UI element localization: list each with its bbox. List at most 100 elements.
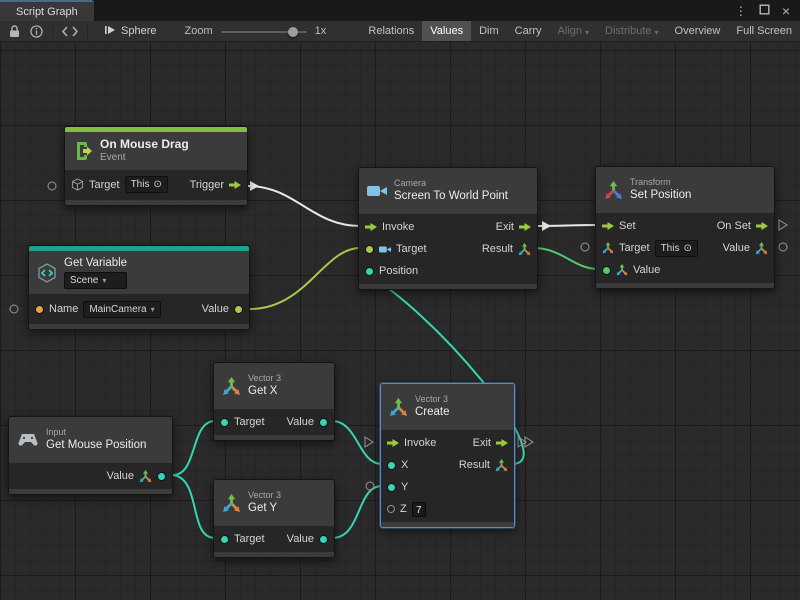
relations-button[interactable]: Relations [360,21,422,41]
port-label-target: Target [396,243,427,255]
port-value-output[interactable] [319,535,328,544]
flow-arrow-icon[interactable] [365,222,377,232]
node-vector3-get-x[interactable]: Vector 3 Get X Target Value [213,362,335,441]
camera-icon [367,184,387,198]
vector-type-icon [139,470,152,483]
gamepad-icon [17,433,39,447]
node-set-position[interactable]: Transform Set Position Set On Set Target… [595,166,775,289]
wire-getx-to-x[interactable] [332,421,382,464]
node-title: On Mouse Drag [100,137,189,152]
flow-port-marker-icon[interactable] [365,437,373,447]
node-title: Screen To World Point [394,189,508,203]
dim-button[interactable]: Dim [471,21,507,41]
code-icon[interactable] [57,21,83,41]
variable-name-select[interactable]: MainCamera▾ [83,301,160,318]
graph-canvas[interactable]: On Mouse Drag Event Target This⊙ Trigger [0,42,800,600]
port-value-input[interactable] [602,266,611,275]
node-get-variable[interactable]: Get Variable Scene▾ Name MainCamera▾ Val… [28,245,250,330]
wire-mouse-to-getx[interactable] [173,421,215,475]
port-position-input[interactable] [365,267,374,276]
port-value-output[interactable] [157,472,166,481]
target-picker-icon[interactable]: ⊙ [683,242,691,255]
wire-arrow-icon [542,221,551,231]
vector3-type-icon[interactable] [495,459,508,472]
port-target-input[interactable] [220,535,229,544]
flow-arrow-icon[interactable] [756,221,768,231]
port-name-input[interactable] [35,305,44,314]
port-x-input[interactable] [387,461,396,470]
value-port-marker-icon[interactable] [10,305,18,313]
value-port-marker-icon[interactable] [581,243,589,251]
maximize-icon[interactable] [759,4,770,17]
node-vector3-get-y[interactable]: Vector 3 Get Y Target Value [213,479,335,558]
vector3-icon [222,377,241,396]
node-vector3-create[interactable]: Vector 3 Create Invoke Exit X Result [380,383,515,528]
port-label-value: Value [202,303,229,315]
graph-breadcrumb[interactable]: Sphere [104,24,156,39]
window-controls: ⋮ × [735,0,800,21]
node-category: Vector 3 [248,373,281,384]
flow-arrow-icon[interactable] [229,180,241,190]
distribute-button[interactable]: Distribute▾ [597,21,666,41]
value-port-marker-icon[interactable] [366,482,374,490]
values-button[interactable]: Values [422,21,471,41]
z-value-input[interactable]: 7 [412,502,426,517]
node-category: Camera [394,178,508,189]
node-body: Target This⊙ Trigger [65,170,247,200]
target-picker-icon[interactable]: ⊙ [153,178,161,191]
flow-port-marker-icon[interactable] [779,220,787,230]
port-label-trigger: Trigger [190,179,224,191]
zoom-slider-handle[interactable] [288,27,298,37]
wire-mouse-to-gety[interactable] [173,475,215,538]
value-port-marker-icon[interactable] [48,182,56,190]
port-z-input[interactable] [387,505,395,513]
graph-name: Sphere [121,25,156,37]
wire-result-to-value[interactable] [534,248,598,269]
value-port-marker-icon[interactable] [779,243,787,251]
menu-icon[interactable]: ⋮ [735,5,747,17]
vector3-type-icon[interactable] [518,243,531,256]
node-footer [29,324,249,329]
cube-icon [71,178,84,191]
node-header: Input Get Mouse Position [9,417,172,463]
chevron-down-icon: ▾ [655,28,659,37]
flow-arrow-icon[interactable] [496,438,508,448]
node-get-mouse-position[interactable]: Input Get Mouse Position Value [8,416,173,495]
node-screen-to-world-point[interactable]: Camera Screen To World Point Invoke Exit… [358,167,538,290]
port-value-output[interactable] [234,305,243,314]
node-footer [381,522,514,527]
overview-button[interactable]: Overview [667,21,729,41]
flow-arrow-icon[interactable] [519,222,531,232]
this-chip[interactable]: This⊙ [125,176,168,193]
this-chip[interactable]: This⊙ [655,240,698,257]
port-label-position: Position [379,265,418,277]
vector3-type-icon[interactable] [755,242,768,255]
node-body: Target Value [214,409,334,435]
variable-kind-select[interactable]: Scene▾ [64,272,127,289]
flow-arrow-icon[interactable] [387,438,399,448]
port-y-input[interactable] [387,483,396,492]
full-screen-button[interactable]: Full Screen [728,21,800,41]
zoom-slider[interactable] [221,21,307,41]
align-button[interactable]: Align▾ [550,21,597,41]
port-target-input[interactable] [365,245,374,254]
flow-arrow-icon[interactable] [602,221,614,231]
info-icon[interactable] [25,21,48,41]
lock-icon[interactable] [4,21,25,41]
wire-trigger-to-invoke[interactable] [248,186,360,226]
port-value-output[interactable] [319,418,328,427]
carry-button[interactable]: Carry [507,21,550,41]
node-on-mouse-drag[interactable]: On Mouse Drag Event Target This⊙ Trigger [64,126,248,206]
port-label-value: Value [287,533,314,545]
node-footer [214,435,334,440]
port-label-z: Z [400,503,407,515]
vector3-icon [389,398,408,417]
wire-gety-to-y[interactable] [332,486,382,538]
node-body: Invoke Exit Target Result Position [359,214,537,284]
tab-script-graph[interactable]: Script Graph [0,0,94,21]
close-icon[interactable]: × [782,4,790,18]
wire-variable-to-target[interactable] [250,248,360,309]
transform-icon [604,181,623,200]
node-header: Transform Set Position [596,167,774,213]
port-target-input[interactable] [220,418,229,427]
